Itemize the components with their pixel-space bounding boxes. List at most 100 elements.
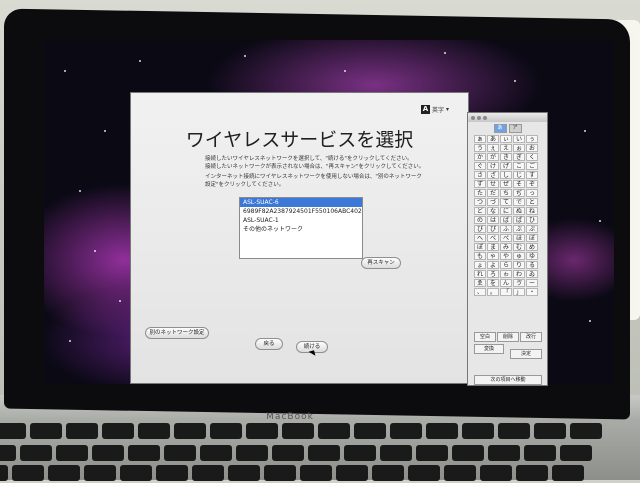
delete-key[interactable]: 削除 — [497, 332, 519, 342]
palette-character-key[interactable]: ば — [500, 216, 512, 224]
palette-character-key[interactable]: っ — [526, 189, 538, 197]
palette-character-key[interactable]: ぃ — [500, 135, 512, 143]
palette-character-key[interactable]: ぼ — [526, 234, 538, 242]
palette-character-key[interactable]: お — [526, 144, 538, 152]
palette-character-key[interactable]: も — [474, 252, 486, 260]
palette-character-key[interactable]: つ — [474, 198, 486, 206]
palette-character-key[interactable]: は — [487, 216, 499, 224]
palette-character-key[interactable]: せ — [487, 180, 499, 188]
rescan-button[interactable]: 再スキャン — [361, 257, 401, 269]
palette-character-key[interactable]: く — [526, 153, 538, 161]
palette-character-key[interactable]: 。 — [487, 288, 499, 296]
palette-character-key[interactable]: の — [474, 216, 486, 224]
tab-katakana[interactable]: ア — [508, 124, 522, 133]
confirm-key[interactable]: 決定 — [510, 349, 542, 359]
palette-character-key[interactable]: ぺ — [500, 234, 512, 242]
back-button[interactable]: 戻る — [255, 338, 283, 350]
palette-character-key[interactable]: や — [500, 252, 512, 260]
palette-character-key[interactable]: ょ — [474, 261, 486, 269]
wireless-network-list[interactable]: ASL-SUAC-6 6989F82A2387924501F550106ABC4… — [239, 197, 363, 259]
palette-character-key[interactable]: が — [487, 153, 499, 161]
palette-character-key[interactable]: ゅ — [513, 252, 525, 260]
input-source-indicator[interactable]: A 英字 ▾ — [421, 105, 449, 114]
space-key[interactable]: 空白 — [474, 332, 496, 342]
palette-character-key[interactable]: け — [487, 162, 499, 170]
palette-character-key[interactable]: ぇ — [487, 144, 499, 152]
palette-character-key[interactable]: る — [526, 261, 538, 269]
palette-character-key[interactable]: に — [500, 207, 512, 215]
palette-character-key[interactable]: か — [474, 153, 486, 161]
palette-character-key[interactable]: な — [487, 207, 499, 215]
palette-character-key[interactable]: ど — [474, 207, 486, 215]
palette-character-key[interactable]: て — [500, 198, 512, 206]
zoom-dot-icon[interactable] — [483, 115, 487, 120]
palette-character-key[interactable]: し — [500, 171, 512, 179]
palette-character-key[interactable]: ゎ — [500, 270, 512, 278]
palette-character-key[interactable]: と — [526, 198, 538, 206]
palette-character-key[interactable]: ぐ — [474, 162, 486, 170]
palette-character-key[interactable]: ゑ — [474, 279, 486, 287]
palette-character-key[interactable]: ん — [500, 279, 512, 287]
close-dot-icon[interactable] — [471, 115, 475, 120]
palette-character-key[interactable]: 」 — [513, 288, 525, 296]
palette-character-key[interactable]: で — [513, 198, 525, 206]
palette-character-key[interactable]: ぜ — [500, 180, 512, 188]
palette-character-key[interactable]: ご — [526, 162, 538, 170]
palette-character-key[interactable]: す — [526, 171, 538, 179]
palette-character-key[interactable]: よ — [487, 261, 499, 269]
palette-character-key[interactable]: ぴ — [487, 225, 499, 233]
next-field-button[interactable]: 次の項目へ移動 — [474, 375, 542, 385]
palette-character-key[interactable]: ろ — [487, 270, 499, 278]
palette-character-key[interactable]: を — [487, 279, 499, 287]
palette-character-key[interactable]: り — [513, 261, 525, 269]
palette-character-key[interactable]: れ — [474, 270, 486, 278]
palette-character-key[interactable]: ぁ — [474, 135, 486, 143]
palette-character-key[interactable]: ゆ — [526, 252, 538, 260]
palette-character-key[interactable]: ぎ — [513, 153, 525, 161]
palette-character-key[interactable]: づ — [487, 198, 499, 206]
palette-character-key[interactable]: ぶ — [513, 225, 525, 233]
palette-character-key[interactable]: 「 — [500, 288, 512, 296]
palette-character-key[interactable]: ゔ — [513, 279, 525, 287]
palette-character-key[interactable]: ひ — [526, 216, 538, 224]
palette-character-key[interactable]: ね — [526, 207, 538, 215]
palette-character-key[interactable]: ち — [500, 189, 512, 197]
palette-character-key[interactable]: そ — [513, 180, 525, 188]
palette-character-key[interactable]: ぽ — [474, 243, 486, 251]
palette-character-key[interactable]: わ — [513, 270, 525, 278]
minimize-dot-icon[interactable] — [477, 115, 481, 120]
palette-titlebar[interactable] — [468, 113, 547, 122]
palette-character-key[interactable]: ぉ — [513, 144, 525, 152]
other-network-settings-button[interactable]: 別のネットワーク設定 — [145, 327, 209, 339]
palette-character-key[interactable]: ぢ — [513, 189, 525, 197]
palette-character-key[interactable]: へ — [474, 234, 486, 242]
palette-character-key[interactable]: じ — [513, 171, 525, 179]
palette-character-key[interactable]: ふ — [500, 225, 512, 233]
palette-character-key[interactable]: ー — [526, 279, 538, 287]
return-key[interactable]: 改行 — [520, 332, 542, 342]
palette-character-key[interactable]: こ — [513, 162, 525, 170]
palette-character-key[interactable]: び — [474, 225, 486, 233]
palette-character-key[interactable]: ゐ — [526, 270, 538, 278]
palette-character-key[interactable]: た — [474, 189, 486, 197]
palette-character-key[interactable]: み — [500, 243, 512, 251]
network-item[interactable]: ASL-SUAC-1 — [240, 216, 362, 225]
palette-character-key[interactable]: ら — [500, 261, 512, 269]
palette-character-key[interactable]: べ — [487, 234, 499, 242]
palette-character-key[interactable]: ず — [474, 180, 486, 188]
palette-character-key[interactable]: い — [513, 135, 525, 143]
palette-character-key[interactable]: ぬ — [513, 207, 525, 215]
palette-character-key[interactable]: ぅ — [526, 135, 538, 143]
palette-character-key[interactable]: む — [513, 243, 525, 251]
palette-character-key[interactable]: う — [474, 144, 486, 152]
palette-character-key[interactable]: ほ — [513, 234, 525, 242]
palette-character-key[interactable]: 、 — [474, 288, 486, 296]
palette-character-key[interactable]: さ — [474, 171, 486, 179]
palette-character-key[interactable]: ・ — [526, 288, 538, 296]
palette-character-key[interactable]: ぞ — [526, 180, 538, 188]
palette-character-key[interactable]: だ — [487, 189, 499, 197]
palette-character-key[interactable]: ぱ — [513, 216, 525, 224]
palette-character-key[interactable]: め — [526, 243, 538, 251]
palette-character-key[interactable]: え — [500, 144, 512, 152]
palette-character-key[interactable]: ゃ — [487, 252, 499, 260]
